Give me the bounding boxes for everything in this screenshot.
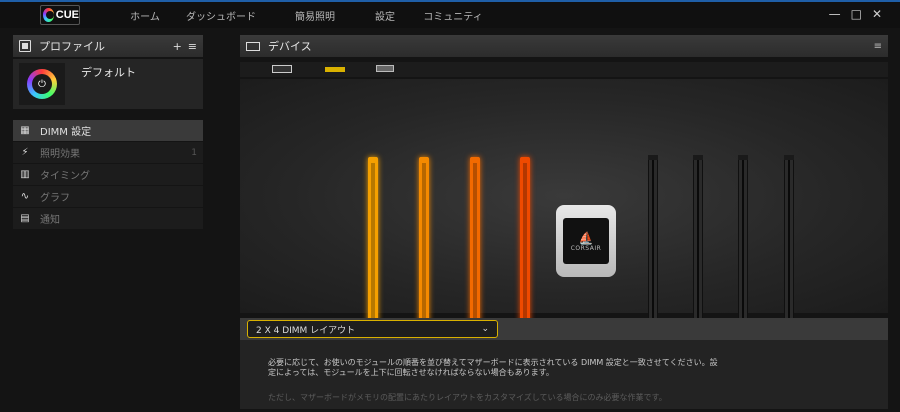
- cue-profile-icon: ⏻: [27, 69, 57, 99]
- layout-bar: 2 X 4 DIMM レイアウト ⌄: [240, 318, 888, 340]
- cooler-brand: CORSAIR: [570, 244, 602, 252]
- device-tabs: [240, 62, 888, 77]
- profiles-header: プロファイル + ≡: [13, 35, 203, 57]
- menu-item-label: グラフ: [40, 193, 70, 204]
- dimm-layout-value: 2 X 4 DIMM レイアウト: [256, 325, 356, 336]
- main-nav: ホーム ダッシュボード 簡易照明 設定 コミュニティ: [115, 8, 499, 23]
- empty-dimm-slot-3[interactable]: [738, 155, 748, 327]
- menu-item-notifications[interactable]: ▤ 通知: [13, 208, 203, 230]
- graph-icon: ∿: [20, 190, 30, 202]
- devices-menu-button[interactable]: ≡: [874, 41, 882, 52]
- profile-thumbnail: ⏻: [19, 63, 65, 105]
- dimm-module-1[interactable]: [368, 157, 378, 325]
- dimm-module-3[interactable]: [470, 157, 480, 325]
- dimm-icon: ▦: [20, 124, 30, 136]
- profile-item[interactable]: ⏻ デフォルト: [13, 59, 203, 109]
- info-panel: 必要に応じて、お使いのモジュールの順番を並び替えてマザーボードに表示されている …: [240, 340, 888, 409]
- lightning-icon: ⚡: [21, 146, 29, 158]
- nav-dashboard[interactable]: ダッシュボード: [175, 8, 267, 23]
- menu-item-lighting-effects[interactable]: ⚡ 照明効果 1: [13, 142, 203, 164]
- add-profile-button[interactable]: +: [173, 40, 182, 53]
- menu-item-timings[interactable]: ▥ タイミング: [13, 164, 203, 186]
- device-tab-cooler[interactable]: [272, 65, 292, 73]
- nav-settings[interactable]: 設定: [363, 8, 407, 23]
- close-button[interactable]: ✕: [872, 7, 882, 21]
- profile-menu-button[interactable]: ≡: [188, 40, 197, 53]
- devices-header: デバイス ≡: [240, 35, 888, 57]
- profile-name: デフォルト: [81, 66, 136, 79]
- cue-logo-icon: [43, 8, 54, 22]
- dimm-module-2[interactable]: [419, 157, 429, 325]
- memory-icon: ▥: [20, 168, 30, 180]
- menu-item-label: DIMM 設定: [40, 127, 92, 138]
- maximize-button[interactable]: □: [851, 7, 862, 21]
- menu-item-label: 通知: [40, 215, 60, 226]
- settings-menu: ▦ DIMM 設定 ⚡ 照明効果 1 ▥ タイミング ∿ グラフ ▤ 通知: [13, 120, 203, 230]
- devices-title: デバイス: [268, 40, 312, 53]
- nav-home[interactable]: ホーム: [115, 8, 175, 23]
- minimize-button[interactable]: —: [829, 7, 841, 21]
- profile-actions: + ≡: [173, 40, 197, 53]
- menu-item-label: 照明効果: [40, 149, 80, 160]
- menu-item-dimm-settings[interactable]: ▦ DIMM 設定: [13, 120, 203, 142]
- empty-dimm-slot-1[interactable]: [648, 155, 658, 327]
- dimm-module-4[interactable]: [520, 157, 530, 325]
- lighting-count-badge: 1: [191, 147, 197, 158]
- title-bar: CUE ホーム ダッシュボード 簡易照明 設定 コミュニティ — □ ✕: [0, 0, 900, 28]
- menu-item-label: タイミング: [40, 171, 90, 182]
- dimm-layout-select[interactable]: 2 X 4 DIMM レイアウト ⌄: [247, 320, 498, 338]
- chat-icon: ▤: [20, 212, 30, 224]
- keyboard-icon: [246, 41, 260, 51]
- device-tab-motherboard[interactable]: [376, 65, 394, 72]
- info-text: 必要に応じて、お使いのモジュールの順番を並び替えてマザーボードに表示されている …: [268, 358, 718, 377]
- cpu-cooler: ⛵ CORSAIR: [556, 205, 616, 277]
- menu-item-graph[interactable]: ∿ グラフ: [13, 186, 203, 208]
- nav-community[interactable]: コミュニティ: [407, 8, 499, 23]
- app-logo[interactable]: CUE: [40, 5, 80, 25]
- empty-dimm-slot-4[interactable]: [784, 155, 794, 327]
- window-controls: — □ ✕: [829, 7, 882, 21]
- device-tab-memory[interactable]: [325, 67, 345, 72]
- empty-dimm-slot-2[interactable]: [693, 155, 703, 327]
- profile-icon: [19, 40, 31, 52]
- dimm-stage: ⛵ CORSAIR: [240, 79, 888, 327]
- app-logo-text: CUE: [55, 9, 79, 21]
- profiles-title: プロファイル: [39, 40, 105, 53]
- chevron-down-icon: ⌄: [481, 324, 489, 334]
- nav-instant-lighting[interactable]: 簡易照明: [267, 8, 363, 23]
- right-panel: デバイス ≡ ⛵ CORSAIR 2 X 4 DIMM レイアウト ⌄ 必要に応…: [240, 35, 888, 409]
- left-panel: プロファイル + ≡ ⏻ デフォルト ▦ DIMM 設定 ⚡ 照明効果 1 ▥ …: [13, 35, 203, 230]
- corsair-logo-icon: ⛵ CORSAIR: [563, 218, 609, 264]
- info-note: ただし、マザーボードがメモリの配置にあたりレイアウトをカスタマイズしている場合に…: [268, 393, 667, 402]
